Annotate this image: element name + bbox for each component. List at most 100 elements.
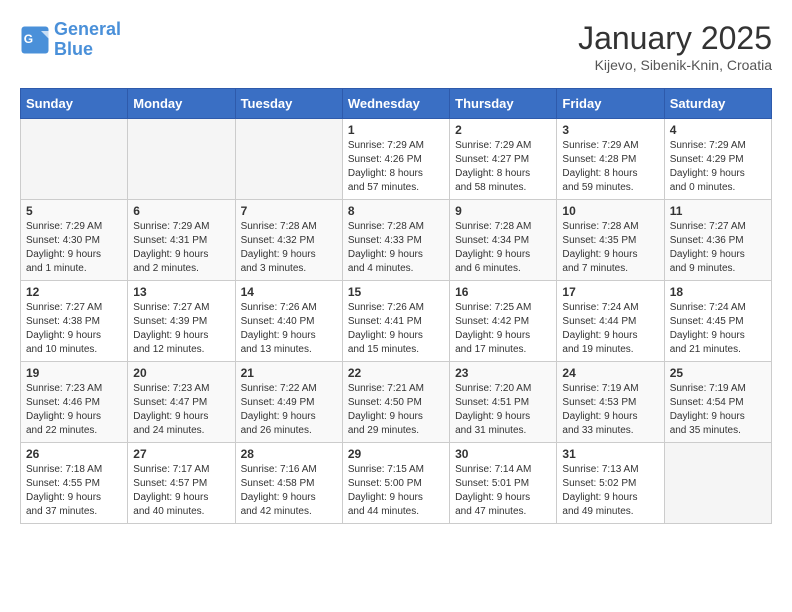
day-info: Sunrise: 7:27 AM Sunset: 4:36 PM Dayligh…	[670, 220, 766, 276]
day-number: 20	[133, 366, 229, 380]
calendar-week-3: 12 Sunrise: 7:27 AM Sunset: 4:38 PM Dayli…	[21, 281, 772, 362]
calendar-cell: 3 Sunrise: 7:29 AM Sunset: 4:28 PM Daylig…	[557, 119, 664, 200]
day-number: 18	[670, 285, 766, 299]
day-info: Sunrise: 7:19 AM Sunset: 4:54 PM Dayligh…	[670, 382, 766, 438]
calendar-cell: 31 Sunrise: 7:13 AM Sunset: 5:02 PM Dayli…	[557, 443, 664, 524]
day-info: Sunrise: 7:29 AM Sunset: 4:27 PM Dayligh…	[455, 139, 551, 195]
calendar-cell: 1 Sunrise: 7:29 AM Sunset: 4:26 PM Daylig…	[342, 119, 449, 200]
day-info: Sunrise: 7:28 AM Sunset: 4:35 PM Dayligh…	[562, 220, 658, 276]
day-number: 1	[348, 123, 444, 137]
day-info: Sunrise: 7:23 AM Sunset: 4:47 PM Dayligh…	[133, 382, 229, 438]
day-info: Sunrise: 7:19 AM Sunset: 4:53 PM Dayligh…	[562, 382, 658, 438]
day-info: Sunrise: 7:27 AM Sunset: 4:38 PM Dayligh…	[26, 301, 122, 357]
day-info: Sunrise: 7:29 AM Sunset: 4:28 PM Dayligh…	[562, 139, 658, 195]
calendar-cell: 16Sunrise: 7:25 AM Sunset: 4:42 PM Dayli…	[450, 281, 557, 362]
day-number: 30	[455, 447, 551, 461]
calendar-cell: 22Sunrise: 7:21 AM Sunset: 4:50 PM Dayli…	[342, 362, 449, 443]
day-number: 11	[670, 204, 766, 218]
weekday-header-monday: Monday	[128, 89, 235, 119]
calendar-cell	[21, 119, 128, 200]
calendar-cell: 12 Sunrise: 7:27 AM Sunset: 4:38 PM Dayli…	[21, 281, 128, 362]
day-info: Sunrise: 7:29 AM Sunset: 4:30 PM Dayligh…	[26, 220, 122, 276]
day-number: 10	[562, 204, 658, 218]
day-number: 12	[26, 285, 122, 299]
calendar-cell	[664, 443, 771, 524]
day-number: 14	[241, 285, 337, 299]
calendar-cell	[235, 119, 342, 200]
calendar-cell: 18 Sunrise: 7:24 AM Sunset: 4:45 PM Dayli…	[664, 281, 771, 362]
calendar-cell: 26Sunrise: 7:18 AM Sunset: 4:55 PM Dayli…	[21, 443, 128, 524]
day-info: Sunrise: 7:17 AM Sunset: 4:57 PM Dayligh…	[133, 463, 229, 519]
day-info: Sunrise: 7:15 AM Sunset: 5:00 PM Dayligh…	[348, 463, 444, 519]
day-info: Sunrise: 7:29 AM Sunset: 4:29 PM Dayligh…	[670, 139, 766, 195]
logo-icon: G	[20, 25, 50, 55]
day-number: 24	[562, 366, 658, 380]
day-info: Sunrise: 7:28 AM Sunset: 4:32 PM Dayligh…	[241, 220, 337, 276]
calendar-cell: 19Sunrise: 7:23 AM Sunset: 4:46 PM Dayli…	[21, 362, 128, 443]
day-info: Sunrise: 7:29 AM Sunset: 4:26 PM Dayligh…	[348, 139, 444, 195]
calendar-cell: 14 Sunrise: 7:26 AM Sunset: 4:40 PM Dayli…	[235, 281, 342, 362]
day-number: 25	[670, 366, 766, 380]
day-info: Sunrise: 7:13 AM Sunset: 5:02 PM Dayligh…	[562, 463, 658, 519]
calendar-cell: 2 Sunrise: 7:29 AM Sunset: 4:27 PM Daylig…	[450, 119, 557, 200]
day-number: 13	[133, 285, 229, 299]
day-info: Sunrise: 7:16 AM Sunset: 4:58 PM Dayligh…	[241, 463, 337, 519]
day-number: 27	[133, 447, 229, 461]
day-info: Sunrise: 7:24 AM Sunset: 4:44 PM Dayligh…	[562, 301, 658, 357]
weekday-header-thursday: Thursday	[450, 89, 557, 119]
logo-text: General Blue	[54, 20, 121, 60]
day-info: Sunrise: 7:27 AM Sunset: 4:39 PM Dayligh…	[133, 301, 229, 357]
day-number: 7	[241, 204, 337, 218]
calendar-cell: 24 Sunrise: 7:19 AM Sunset: 4:53 PM Dayli…	[557, 362, 664, 443]
day-info: Sunrise: 7:14 AM Sunset: 5:01 PM Dayligh…	[455, 463, 551, 519]
calendar-cell	[128, 119, 235, 200]
day-info: Sunrise: 7:26 AM Sunset: 4:41 PM Dayligh…	[348, 301, 444, 357]
weekday-header-saturday: Saturday	[664, 89, 771, 119]
day-number: 22	[348, 366, 444, 380]
calendar-cell: 4 Sunrise: 7:29 AM Sunset: 4:29 PM Daylig…	[664, 119, 771, 200]
calendar-cell: 11 Sunrise: 7:27 AM Sunset: 4:36 PM Dayli…	[664, 200, 771, 281]
day-number: 15	[348, 285, 444, 299]
title-block: January 2025 Kijevo, Sibenik-Knin, Croat…	[578, 20, 772, 73]
calendar-cell: 25 Sunrise: 7:19 AM Sunset: 4:54 PM Dayli…	[664, 362, 771, 443]
weekday-header-friday: Friday	[557, 89, 664, 119]
calendar-cell: 9Sunrise: 7:28 AM Sunset: 4:34 PM Daylig…	[450, 200, 557, 281]
calendar-cell: 28 Sunrise: 7:16 AM Sunset: 4:58 PM Dayli…	[235, 443, 342, 524]
day-info: Sunrise: 7:26 AM Sunset: 4:40 PM Dayligh…	[241, 301, 337, 357]
calendar-cell: 21Sunrise: 7:22 AM Sunset: 4:49 PM Dayli…	[235, 362, 342, 443]
day-number: 6	[133, 204, 229, 218]
calendar-cell: 6Sunrise: 7:29 AM Sunset: 4:31 PM Daylig…	[128, 200, 235, 281]
day-number: 29	[348, 447, 444, 461]
day-info: Sunrise: 7:23 AM Sunset: 4:46 PM Dayligh…	[26, 382, 122, 438]
month-title: January 2025	[578, 20, 772, 57]
day-number: 2	[455, 123, 551, 137]
day-number: 21	[241, 366, 337, 380]
day-number: 23	[455, 366, 551, 380]
weekday-header-wednesday: Wednesday	[342, 89, 449, 119]
page-header: G General Blue January 2025 Kijevo, Sibe…	[20, 20, 772, 73]
svg-text:G: G	[24, 32, 33, 46]
location: Kijevo, Sibenik-Knin, Croatia	[578, 57, 772, 73]
day-info: Sunrise: 7:28 AM Sunset: 4:33 PM Dayligh…	[348, 220, 444, 276]
calendar-cell: 15 Sunrise: 7:26 AM Sunset: 4:41 PM Dayli…	[342, 281, 449, 362]
day-number: 5	[26, 204, 122, 218]
calendar-week-5: 26Sunrise: 7:18 AM Sunset: 4:55 PM Dayli…	[21, 443, 772, 524]
calendar-week-4: 19Sunrise: 7:23 AM Sunset: 4:46 PM Dayli…	[21, 362, 772, 443]
day-info: Sunrise: 7:24 AM Sunset: 4:45 PM Dayligh…	[670, 301, 766, 357]
calendar-cell: 23 Sunrise: 7:20 AM Sunset: 4:51 PM Dayli…	[450, 362, 557, 443]
day-number: 26	[26, 447, 122, 461]
weekday-header-sunday: Sunday	[21, 89, 128, 119]
day-info: Sunrise: 7:20 AM Sunset: 4:51 PM Dayligh…	[455, 382, 551, 438]
calendar-cell: 20 Sunrise: 7:23 AM Sunset: 4:47 PM Dayli…	[128, 362, 235, 443]
calendar-week-2: 5 Sunrise: 7:29 AM Sunset: 4:30 PM Daylig…	[21, 200, 772, 281]
day-number: 3	[562, 123, 658, 137]
day-number: 4	[670, 123, 766, 137]
calendar-week-1: 1 Sunrise: 7:29 AM Sunset: 4:26 PM Daylig…	[21, 119, 772, 200]
calendar-cell: 10 Sunrise: 7:28 AM Sunset: 4:35 PM Dayli…	[557, 200, 664, 281]
day-number: 17	[562, 285, 658, 299]
day-number: 28	[241, 447, 337, 461]
calendar-cell: 27 Sunrise: 7:17 AM Sunset: 4:57 PM Dayli…	[128, 443, 235, 524]
day-number: 31	[562, 447, 658, 461]
calendar-cell: 29 Sunrise: 7:15 AM Sunset: 5:00 PM Dayli…	[342, 443, 449, 524]
calendar-cell: 17 Sunrise: 7:24 AM Sunset: 4:44 PM Dayli…	[557, 281, 664, 362]
